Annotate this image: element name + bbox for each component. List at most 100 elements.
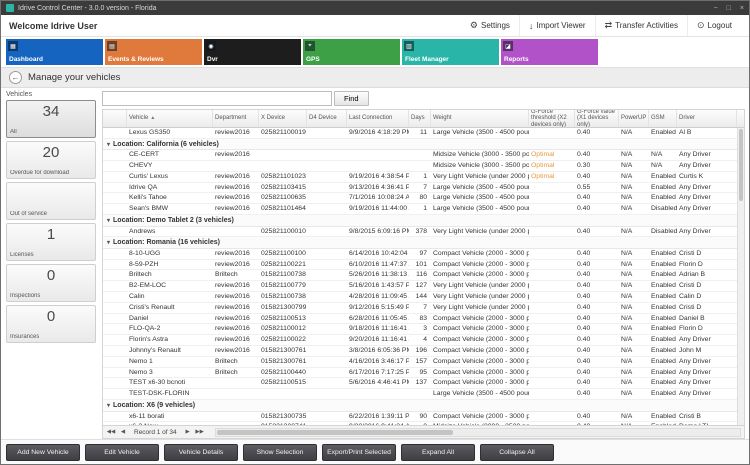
table-row[interactable]: Kelli's Tahoe review2016 025821100635 7/1/2… xyxy=(103,193,737,205)
column-header-d4-device[interactable]: D4 Device xyxy=(307,110,347,127)
column-header-x-device[interactable]: X Device xyxy=(259,110,307,127)
cell-gforce-value: 0.30 xyxy=(577,162,591,170)
cell-x-device: 025821100012 xyxy=(261,325,306,333)
column-header-driver[interactable]: Driver xyxy=(677,110,737,127)
table-row[interactable]: Andrews 025821100010 9/8/2015 6:09:16 PM 37… xyxy=(103,227,737,238)
vertical-scrollbar[interactable] xyxy=(737,128,744,425)
table-row[interactable]: x6-11 borati 015821300735 6/22/2016 1:39:1… xyxy=(103,412,737,423)
table-row[interactable]: CE-CERT review2016 Midsize Vehicle (3000 -… xyxy=(103,150,737,162)
cell-d4-device xyxy=(307,335,347,345)
vehicles-card-overdue[interactable]: 20 Overdue for download xyxy=(6,141,96,179)
vehicles-card-all[interactable]: 34 All xyxy=(6,100,96,138)
column-header-g-force-threshold-x2-devices-only-[interactable]: G-Force threshold (X2 devices only) xyxy=(529,110,575,127)
show-selection-button[interactable]: Show Selection xyxy=(243,443,317,461)
vehicles-card-out-of-service[interactable]: Out of service xyxy=(6,182,96,220)
collapse-arrow-icon[interactable]: ▾ xyxy=(107,217,110,224)
cell-gforce-value: 0.40 xyxy=(577,227,591,235)
cell-gforce-value: 0.40 xyxy=(577,412,591,420)
cell-d4-device xyxy=(307,183,347,193)
minimize-icon[interactable]: − xyxy=(714,5,718,12)
vehicles-card-insurances[interactable]: 0 Insurances xyxy=(6,305,96,343)
table-row[interactable]: 8-59-PZH review2016 025821100221 6/10/2016 … xyxy=(103,260,737,271)
cell-last-connection xyxy=(347,389,409,399)
table-row[interactable]: Florin's Astra review2016 025821100022 9/20… xyxy=(103,335,737,347)
tab-events-reviews[interactable]: ▤ Events & Reviews xyxy=(105,39,202,65)
cell-gsm: Enabled xyxy=(651,260,676,268)
cell-gsm: Enabled xyxy=(651,368,676,376)
next-record-button[interactable]: ▶ xyxy=(183,429,193,435)
card-label: Overdue for download xyxy=(10,170,70,176)
cell-x-device: 025821100515 xyxy=(261,379,306,387)
edit-vehicle-button[interactable]: Edit Vehicle xyxy=(85,443,159,461)
group-row[interactable]: ▾ Location: Demo Tablet 2 (3 vehicles) xyxy=(103,215,737,227)
table-row[interactable]: Johnny's Renault review2016 015821300761 3/… xyxy=(103,346,737,357)
table-row[interactable]: Lexus GS350 review2016 025821100019 9/9/201… xyxy=(103,128,737,139)
table-row[interactable]: Idrive QA review2016 025821103415 9/13/2016… xyxy=(103,183,737,194)
cell-weight: Large Vehicle (3500 - 4500 pounds) xyxy=(433,183,529,191)
column-header-weight[interactable]: Weight xyxy=(431,110,529,127)
table-row[interactable]: Sean's BMW review2016 025821101464 9/19/201… xyxy=(103,204,737,216)
cell-gforce-threshold xyxy=(529,204,575,214)
collapse-arrow-icon[interactable]: ▾ xyxy=(107,402,110,409)
collapse-arrow-icon[interactable]: ▾ xyxy=(107,239,110,246)
find-button[interactable]: Find xyxy=(334,91,369,106)
dashboard-icon: ▦ xyxy=(8,41,18,51)
horizontal-scrollbar[interactable] xyxy=(214,427,741,437)
back-button[interactable]: ← xyxy=(9,71,22,84)
logout-button[interactable]: ⊙ Logout xyxy=(686,15,741,36)
table-row[interactable]: Curtis' Lexus review2016 025821101023 9/19/… xyxy=(103,172,737,183)
column-header-vehicle[interactable]: Vehicle ▲ xyxy=(127,110,213,127)
add-new-vehicle-button[interactable]: Add New Vehicle xyxy=(6,443,80,461)
group-row[interactable]: ▾ Location: California (6 vehicles) xyxy=(103,138,737,151)
import-viewer-button[interactable]: ↓ Import Viewer xyxy=(518,15,595,36)
last-record-button[interactable]: ▶▶ xyxy=(195,429,205,435)
tab-gps[interactable]: ⌖ GPS xyxy=(303,39,400,65)
prev-record-button[interactable]: ◀ xyxy=(118,429,128,435)
column-header-last-connection[interactable]: Last Connection xyxy=(347,110,409,127)
cell-weight: Compact Vehicle (2000 - 3000 pounds) xyxy=(433,347,529,355)
table-row[interactable]: TEST-DSK-FLORIN Large Vehicle (3500 - 450… xyxy=(103,389,737,401)
export-print-selected-button[interactable]: Export/Print Selected xyxy=(322,443,396,461)
column-header-g-force-value-x1-devices-only-[interactable]: G-Force value (X1 devices only) xyxy=(575,110,619,127)
tab-fleet-manager[interactable]: ▥ Fleet Manager xyxy=(402,39,499,65)
tab-dashboard[interactable]: ▦ Dashboard xyxy=(6,39,103,65)
cell-department: review2016 xyxy=(215,194,250,202)
table-row[interactable]: 8-10-UGG review2016 025821100100 6/14/2016 … xyxy=(103,249,737,260)
column-header-department[interactable]: Department xyxy=(213,110,259,127)
cell-powerup: N/A xyxy=(621,151,633,159)
table-row[interactable]: Nemo 1 Briltech 015821300761 4/16/2016 3:46… xyxy=(103,357,737,368)
tab-reports[interactable]: ◪ Reports xyxy=(501,39,598,65)
column-header-gsm[interactable]: GSM xyxy=(649,110,677,127)
settings-button[interactable]: ⚙ Settings xyxy=(461,15,519,36)
table-row[interactable]: B2-EM-LOC review2016 015821100779 5/16/2016… xyxy=(103,281,737,293)
group-row[interactable]: ▾ Location: Romania (16 vehicles) xyxy=(103,237,737,249)
cell-powerup: N/A xyxy=(621,293,633,301)
cell-last-connection: 5/16/2016 1:43:57 PM xyxy=(349,282,409,290)
vehicle-details-button[interactable]: Vehicle Details xyxy=(164,443,238,461)
column-header-powerup[interactable]: PowerUP xyxy=(619,110,649,127)
table-row[interactable]: Cristi's Renault review2016 015821300799 9/… xyxy=(103,303,737,314)
transfer-activities-button[interactable]: ⇄ Transfer Activities xyxy=(594,15,687,36)
table-row[interactable]: CHEVY Midsize Vehicle (3000 - 3500 pounds… xyxy=(103,161,737,172)
group-row[interactable]: ▾ Location: X6 (9 vehicles) xyxy=(103,400,737,412)
table-row[interactable]: FLO-QA-2 review2016 025821100012 9/18/2016 … xyxy=(103,324,737,336)
expand-all-button[interactable]: Expand All xyxy=(401,443,475,461)
search-input[interactable] xyxy=(102,91,332,106)
first-record-button[interactable]: ◀◀ xyxy=(106,429,116,435)
vehicles-card-licenses[interactable]: 1 Licenses xyxy=(6,223,96,261)
table-row[interactable]: Calin review2016 015821100738 4/28/2016 11:… xyxy=(103,292,737,303)
horizontal-scrollbar-thumb[interactable] xyxy=(216,429,453,435)
table-row[interactable]: Nemo 3 Briltech 025821100440 6/17/2016 7:17… xyxy=(103,368,737,379)
cell-indent xyxy=(103,303,127,313)
vehicles-card-inspections[interactable]: 0 Inspections xyxy=(6,264,96,302)
tab-dvr[interactable]: ◉ Dvr xyxy=(204,39,301,65)
maximize-icon[interactable]: □ xyxy=(727,5,731,12)
table-row[interactable]: Daniel review2016 025821100513 6/28/2016 11… xyxy=(103,314,737,325)
close-icon[interactable]: × xyxy=(740,5,744,12)
table-row[interactable]: Briltech Briltech 015821100738 5/26/2016 11… xyxy=(103,270,737,282)
vertical-scrollbar-thumb[interactable] xyxy=(739,129,743,201)
collapse-arrow-icon[interactable]: ▾ xyxy=(107,141,110,148)
collapse-all-button[interactable]: Collapse All xyxy=(480,443,554,461)
table-row[interactable]: TEST x6-30 bcnoti 025821100515 5/6/2016 4:… xyxy=(103,378,737,390)
column-header-days[interactable]: Days xyxy=(409,110,431,127)
